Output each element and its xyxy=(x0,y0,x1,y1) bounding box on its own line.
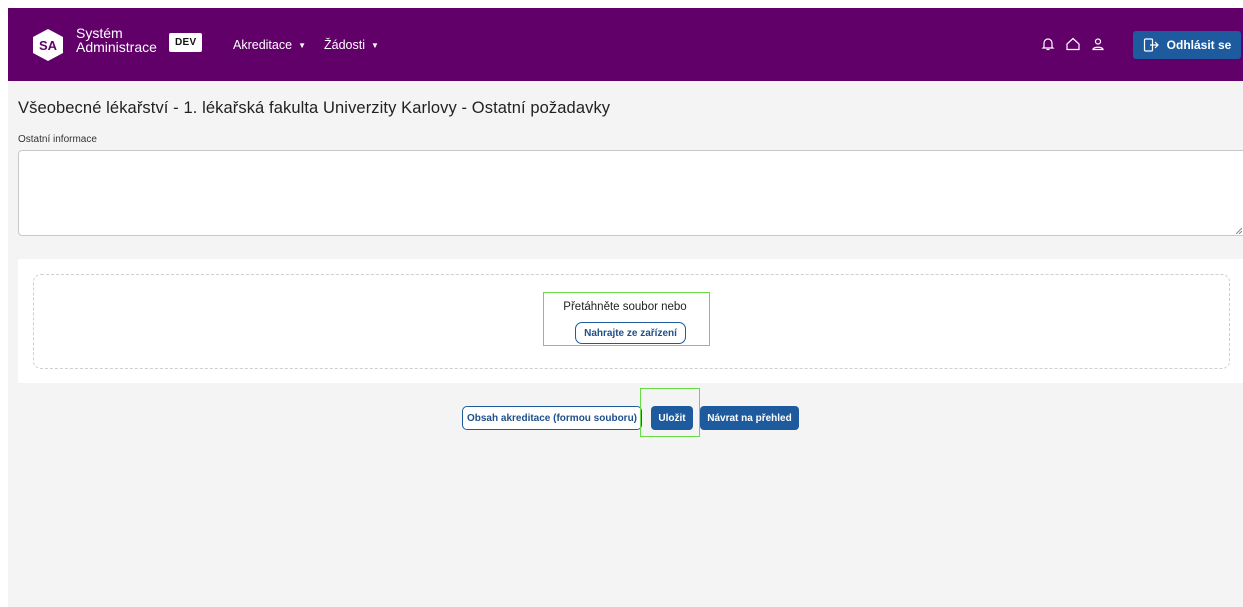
top-navbar: SA Systém Administrace DEV Akreditace ▼ … xyxy=(8,8,1243,81)
brand-line-2: Administrace xyxy=(76,39,157,55)
drop-hint-text: Přetáhněte soubor nebo xyxy=(563,301,687,313)
app-window: SA Systém Administrace DEV Akreditace ▼ … xyxy=(8,8,1243,607)
logout-icon xyxy=(1143,38,1159,52)
resize-grip-icon[interactable] xyxy=(1234,226,1242,234)
page-title: Všeobecné lékařství - 1. lékařská fakult… xyxy=(18,99,611,117)
nav-zadosti[interactable]: Žádosti ▼ xyxy=(324,38,379,52)
other-info-label: Ostatní informace xyxy=(18,134,97,145)
brand-line-1: Systém xyxy=(76,25,123,41)
environment-badge: DEV xyxy=(169,33,203,52)
nav-akreditace[interactable]: Akreditace ▼ xyxy=(233,38,306,52)
back-to-overview-button[interactable]: Návrat na přehled xyxy=(700,406,799,430)
logo-text: SA xyxy=(39,38,58,53)
accreditation-content-button[interactable]: Obsah akreditace (formou souboru) xyxy=(462,406,642,430)
nav-akreditace-label: Akreditace xyxy=(233,38,293,52)
caret-down-icon: ▼ xyxy=(298,40,306,50)
logo[interactable]: SA xyxy=(32,28,64,62)
upload-from-device-button[interactable]: Nahrajte ze zařízení xyxy=(575,322,686,344)
save-button[interactable]: Uložit xyxy=(651,406,693,430)
home-icon[interactable] xyxy=(1065,36,1081,52)
user-icon[interactable] xyxy=(1090,36,1106,52)
caret-down-icon: ▼ xyxy=(371,40,379,50)
nav-zadosti-label: Žádosti xyxy=(324,38,365,52)
bell-icon[interactable] xyxy=(1040,36,1056,52)
other-info-textarea[interactable] xyxy=(18,150,1243,236)
logout-button[interactable]: Odhlásit se xyxy=(1133,31,1241,59)
logout-label: Odhlásit se xyxy=(1166,38,1232,52)
brand-name: Systém Administrace xyxy=(76,26,157,54)
